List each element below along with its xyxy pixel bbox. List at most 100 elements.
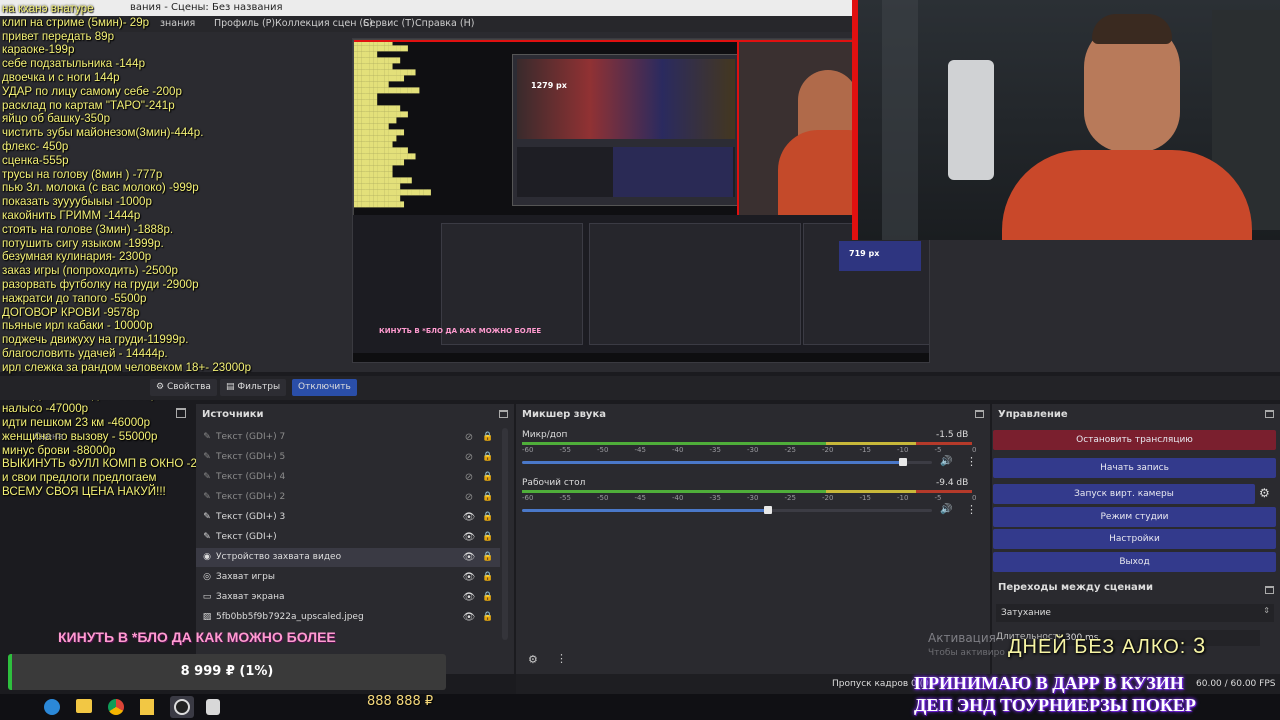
sources-popout-icon[interactable] <box>499 410 508 418</box>
menu-item-tools[interactable]: Сервис (T) <box>363 16 415 32</box>
lock-icon[interactable]: 🔒 <box>482 488 494 507</box>
db-scale-tick: -15 <box>859 446 871 454</box>
db-scale-tick: -15 <box>859 494 871 502</box>
nested-preview: ██████████ ██████████████ ██████ ██████████… <box>353 39 929 217</box>
source-item[interactable]: ✎ Текст (GDI+) 2 ⊘ 🔒 <box>196 488 500 507</box>
eye-icon[interactable]: 👁 <box>462 508 476 527</box>
lock-app-icon[interactable] <box>206 699 220 715</box>
mixer-popout-icon[interactable] <box>975 410 984 418</box>
lock-icon[interactable]: 🔒 <box>482 428 494 447</box>
db-scale-tick: -60 <box>522 446 534 454</box>
source-item[interactable]: ✎ Текст (GDI+) 4 ⊘ 🔒 <box>196 468 500 487</box>
menu-item-scene-collection[interactable]: Коллекция сцен (S) <box>275 16 373 32</box>
channel-menu-icon[interactable]: ⋮ <box>966 455 977 468</box>
properties-button[interactable]: ⚙ Свойства <box>150 379 217 396</box>
controls-popout-icon[interactable] <box>1265 410 1274 418</box>
db-scale-tick: -55 <box>559 494 571 502</box>
eye-icon[interactable]: 👁 <box>462 608 476 627</box>
source-item[interactable]: ✎ Текст (GDI+) 5 ⊘ 🔒 <box>196 448 500 467</box>
virtual-camera-settings-icon[interactable]: ⚙ <box>1259 486 1270 500</box>
speaker-icon[interactable]: 🔊 <box>940 504 952 515</box>
db-scale-tick: -10 <box>897 494 909 502</box>
transition-select[interactable]: Затухание <box>996 604 1274 622</box>
speaker-icon[interactable]: 🔊 <box>940 456 952 467</box>
start-record-button[interactable]: Начать запись <box>993 458 1276 478</box>
mixer-dock: Микшер звука Микр/доп -1.5 dB -60 -55 -50 -45… <box>516 404 990 674</box>
exit-button[interactable]: Выход <box>993 552 1276 572</box>
db-scale-tick: -5 <box>934 494 942 502</box>
filters-button[interactable]: ▤ Фильтры <box>220 379 287 396</box>
text-icon: ✎ <box>203 512 211 522</box>
source-item[interactable]: ✎ Текст (GDI+) 7 ⊘ 🔒 <box>196 428 500 447</box>
source-label: 5fb0bb5f9b7922a_upscaled.jpeg <box>216 612 364 622</box>
lock-icon[interactable]: 🔒 <box>482 508 494 527</box>
text-icon: ✎ <box>203 472 211 482</box>
db-scale-tick: -40 <box>672 446 684 454</box>
settings-button[interactable]: Настройки <box>993 529 1276 549</box>
transitions-popout-icon[interactable] <box>1265 586 1274 594</box>
db-scale-tick: -10 <box>897 446 909 454</box>
lock-icon[interactable]: 🔒 <box>482 528 494 547</box>
filters-label: Фильтры <box>237 382 281 392</box>
gamepad-icon: ◎ <box>203 572 211 582</box>
channel-menu-icon[interactable]: ⋮ <box>966 503 977 516</box>
volume-slider-track[interactable] <box>903 461 932 464</box>
db-scale-tick: -60 <box>522 494 534 502</box>
source-label: Текст (GDI+) 4 <box>216 472 286 482</box>
source-label: Текст (GDI+) 2 <box>216 492 286 502</box>
stop-stream-button[interactable]: Остановить трансляцию <box>993 430 1276 450</box>
poker-line-2: ДЕП ЭНД ТОУРНИЕРЗЫ ПОКЕР <box>914 695 1196 715</box>
source-item[interactable]: ▨ 5fb0bb5f9b7922a_upscaled.jpeg 👁 🔒 <box>196 608 500 627</box>
obs-taskbar-item[interactable] <box>170 696 194 718</box>
disable-button[interactable]: Отключить <box>292 379 357 396</box>
chrome-icon[interactable] <box>108 699 124 715</box>
source-item[interactable]: ▭ Захват экрана 👁 🔒 <box>196 588 500 607</box>
eye-hidden-icon[interactable]: ⊘ <box>462 468 476 487</box>
virtual-camera-button[interactable]: Запуск вирт. камеры <box>993 484 1255 504</box>
lock-icon[interactable]: 🔒 <box>482 608 494 627</box>
source-item[interactable]: ◎ Захват игры 👁 🔒 <box>196 568 500 587</box>
level-meter-green <box>522 442 826 445</box>
camera-icon: ◉ <box>203 552 211 562</box>
db-scale-tick: -25 <box>784 494 796 502</box>
sources-scrollbar[interactable] <box>502 428 508 640</box>
mixer-more-icon[interactable]: ⋮ <box>556 652 567 665</box>
source-item[interactable]: ◉ Устройство захвата видео 👁 🔒 <box>196 548 500 567</box>
menu-item-help[interactable]: Справка (H) <box>415 16 474 32</box>
eye-icon[interactable]: 👁 <box>462 548 476 567</box>
lock-icon[interactable]: 🔒 <box>482 448 494 467</box>
volume-slider-fill <box>522 461 903 464</box>
level-meter-yellow <box>826 442 916 445</box>
nested-px-label: 1279 рх <box>531 81 567 90</box>
eye-icon[interactable]: 👁 <box>462 568 476 587</box>
volume-slider-handle[interactable] <box>764 506 772 514</box>
scenes-popout-icon[interactable] <box>176 408 186 418</box>
edge-icon[interactable] <box>44 699 60 715</box>
eye-hidden-icon[interactable]: ⊘ <box>462 428 476 447</box>
eye-hidden-icon[interactable]: ⊘ <box>462 448 476 467</box>
lock-icon[interactable]: 🔒 <box>482 588 494 607</box>
folder-icon[interactable] <box>76 699 92 713</box>
stream-preview[interactable]: ██████████ ██████████████ ██████ ██████████… <box>352 38 930 363</box>
source-item[interactable]: ✎ Текст (GDI+) 👁 🔒 <box>196 528 500 547</box>
lock-icon[interactable]: 🔒 <box>482 548 494 567</box>
text-icon: ✎ <box>203 432 211 442</box>
progress-text: 8 999 ₽ (1%) <box>180 664 274 679</box>
lock-icon[interactable]: 🔒 <box>482 468 494 487</box>
volume-slider-track[interactable] <box>768 509 932 512</box>
mixer-settings-icon[interactable]: ⚙ <box>528 653 538 666</box>
lock-icon[interactable]: 🔒 <box>482 568 494 587</box>
donation-call-text: КИНУТЬ В *БЛО ДА КАК МОЖНО БОЛЕЕ <box>58 629 336 645</box>
channel-db: -1.5 dB <box>936 430 969 440</box>
properties-label: Свойства <box>166 382 211 392</box>
db-scale-tick: -45 <box>634 494 646 502</box>
windows-activation-text: Чтобы активиро <box>928 648 1005 658</box>
studio-mode-button[interactable]: Режим студии <box>993 507 1276 527</box>
volume-slider-handle[interactable] <box>899 458 907 466</box>
eye-icon[interactable]: 👁 <box>462 528 476 547</box>
app-icon[interactable] <box>140 699 154 715</box>
source-item[interactable]: ✎ Текст (GDI+) 3 👁 🔒 <box>196 508 500 527</box>
db-scale-tick: -40 <box>672 494 684 502</box>
eye-icon[interactable]: 👁 <box>462 588 476 607</box>
eye-hidden-icon[interactable]: ⊘ <box>462 488 476 507</box>
